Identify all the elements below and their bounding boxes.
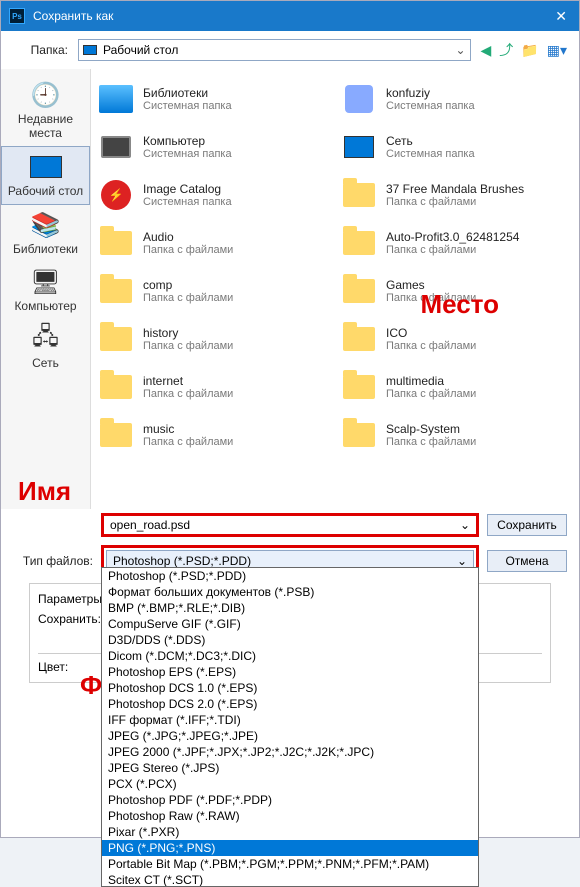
file-item[interactable]: ⚡Image CatalogСистемная папка (95, 171, 332, 219)
color-label: Цвет: (38, 660, 68, 674)
folder-icon (340, 176, 378, 214)
file-item[interactable]: 37 Free Mandala BrushesПапка с файлами (338, 171, 575, 219)
format-option[interactable]: Формат больших документов (*.PSB) (102, 584, 478, 600)
annotation-name: Имя (18, 476, 71, 507)
file-item[interactable]: internetПапка с файлами (95, 363, 332, 411)
file-item[interactable]: multimediaПапка с файлами (338, 363, 575, 411)
folder-icon (340, 320, 378, 358)
folder-icon (340, 224, 378, 262)
format-option[interactable]: IFF формат (*.IFF;*.TDI) (102, 712, 478, 728)
format-option[interactable]: PNG (*.PNG;*.PNS) (102, 840, 478, 856)
filetype-label: Тип файлов: (13, 554, 93, 568)
chevron-down-icon: ⌄ (455, 43, 465, 57)
up-icon[interactable]: ⤴ (499, 40, 513, 60)
folder-icon (97, 224, 135, 262)
file-item[interactable]: БиблиотекиСистемная папка (95, 75, 332, 123)
format-option[interactable]: PCX (*.PCX) (102, 776, 478, 792)
titlebar: Ps Сохранить как ✕ (1, 1, 579, 31)
file-item[interactable]: musicПапка с файлами (95, 411, 332, 459)
place-icon: 🖥 (28, 268, 64, 296)
file-item[interactable]: GamesПапка с файлами (338, 267, 575, 315)
format-option[interactable]: Photoshop DCS 1.0 (*.EPS) (102, 680, 478, 696)
file-item[interactable]: konfuziyСистемная папка (338, 75, 575, 123)
place-icon (28, 153, 64, 181)
folder-icon (97, 128, 135, 166)
file-item[interactable]: ICOПапка с файлами (338, 315, 575, 363)
save-as-dialog: Ps Сохранить как ✕ Папка: Рабочий стол ⌄… (0, 0, 580, 838)
chevron-down-icon: ⌄ (460, 518, 470, 532)
format-option[interactable]: JPEG 2000 (*.JPF;*.JPX;*.JP2;*.J2C;*.J2K… (102, 744, 478, 760)
format-option[interactable]: Photoshop PDF (*.PDF;*.PDP) (102, 792, 478, 808)
close-icon[interactable]: ✕ (551, 8, 571, 25)
format-option[interactable]: CompuServe GIF (*.GIF) (102, 616, 478, 632)
file-item[interactable]: КомпьютерСистемная папка (95, 123, 332, 171)
filetype-dropdown[interactable]: Photoshop (*.PSD;*.PDD)Формат больших до… (101, 567, 479, 887)
folder-icon (97, 320, 135, 358)
back-icon[interactable]: ◀ (481, 42, 492, 59)
folder-icon (340, 416, 378, 454)
filename-input[interactable]: open_road.psd ⌄ (101, 513, 479, 537)
cancel-button[interactable]: Отмена (487, 550, 567, 572)
place-item[interactable]: 🖥Компьютер (1, 262, 90, 319)
folder-icon (340, 368, 378, 406)
format-option[interactable]: Photoshop Raw (*.RAW) (102, 808, 478, 824)
new-folder-icon[interactable]: 📁 (521, 42, 538, 59)
save-button[interactable]: Сохранить (487, 514, 567, 536)
format-option[interactable]: Photoshop (*.PSD;*.PDD) (102, 568, 478, 584)
file-item[interactable]: historyПапка с файлами (95, 315, 332, 363)
place-item[interactable]: 🕘Недавние места (1, 75, 90, 146)
format-option[interactable]: Photoshop DCS 2.0 (*.EPS) (102, 696, 478, 712)
place-item[interactable]: 🖧Сеть (1, 319, 90, 376)
folder-icon: ⚡ (97, 176, 135, 214)
file-item[interactable]: Scalp-SystemПапка с файлами (338, 411, 575, 459)
folder-icon (340, 128, 378, 166)
file-item[interactable]: СетьСистемная папка (338, 123, 575, 171)
format-option[interactable]: D3D/DDS (*.DDS) (102, 632, 478, 648)
view-menu-icon[interactable]: ▦▾ (547, 42, 567, 59)
file-item[interactable]: AudioПапка с файлами (95, 219, 332, 267)
folder-icon (340, 272, 378, 310)
desktop-icon (83, 45, 97, 55)
photoshop-icon: Ps (9, 8, 25, 24)
folder-icon (340, 80, 378, 118)
format-option[interactable]: JPEG Stereo (*.JPS) (102, 760, 478, 776)
folder-select[interactable]: Рабочий стол ⌄ (78, 39, 471, 61)
folder-label: Папка: (13, 43, 68, 57)
file-list: БиблиотекиСистемная папкаkonfuziyСистемн… (91, 69, 579, 509)
format-option[interactable]: Dicom (*.DCM;*.DC3;*.DIC) (102, 648, 478, 664)
folder-icon (97, 416, 135, 454)
format-option[interactable]: Portable Bit Map (*.PBM;*.PGM;*.PPM;*.PN… (102, 856, 478, 872)
dialog-title: Сохранить как (33, 9, 113, 23)
place-icon: 📚 (28, 211, 64, 239)
file-item[interactable]: Auto-Profit3.0_62481254Папка с файлами (338, 219, 575, 267)
folder-value: Рабочий стол (103, 43, 178, 57)
format-option[interactable]: Scitex CT (*.SCT) (102, 872, 478, 887)
format-option[interactable]: BMP (*.BMP;*.RLE;*.DIB) (102, 600, 478, 616)
folder-icon (97, 272, 135, 310)
save-sub-label: Сохранить: (38, 612, 101, 647)
place-icon: 🕘 (28, 81, 64, 109)
file-item[interactable]: compПапка с файлами (95, 267, 332, 315)
place-item[interactable]: Рабочий стол (1, 146, 90, 205)
places-sidebar: 🕘Недавние местаРабочий стол📚Библиотеки🖥К… (1, 69, 91, 509)
folder-icon (97, 80, 135, 118)
place-item[interactable]: 📚Библиотеки (1, 205, 90, 262)
place-icon: 🖧 (28, 325, 64, 353)
chevron-down-icon: ⌄ (457, 554, 467, 568)
folder-icon (97, 368, 135, 406)
format-option[interactable]: Photoshop EPS (*.EPS) (102, 664, 478, 680)
format-option[interactable]: JPEG (*.JPG;*.JPEG;*.JPE) (102, 728, 478, 744)
